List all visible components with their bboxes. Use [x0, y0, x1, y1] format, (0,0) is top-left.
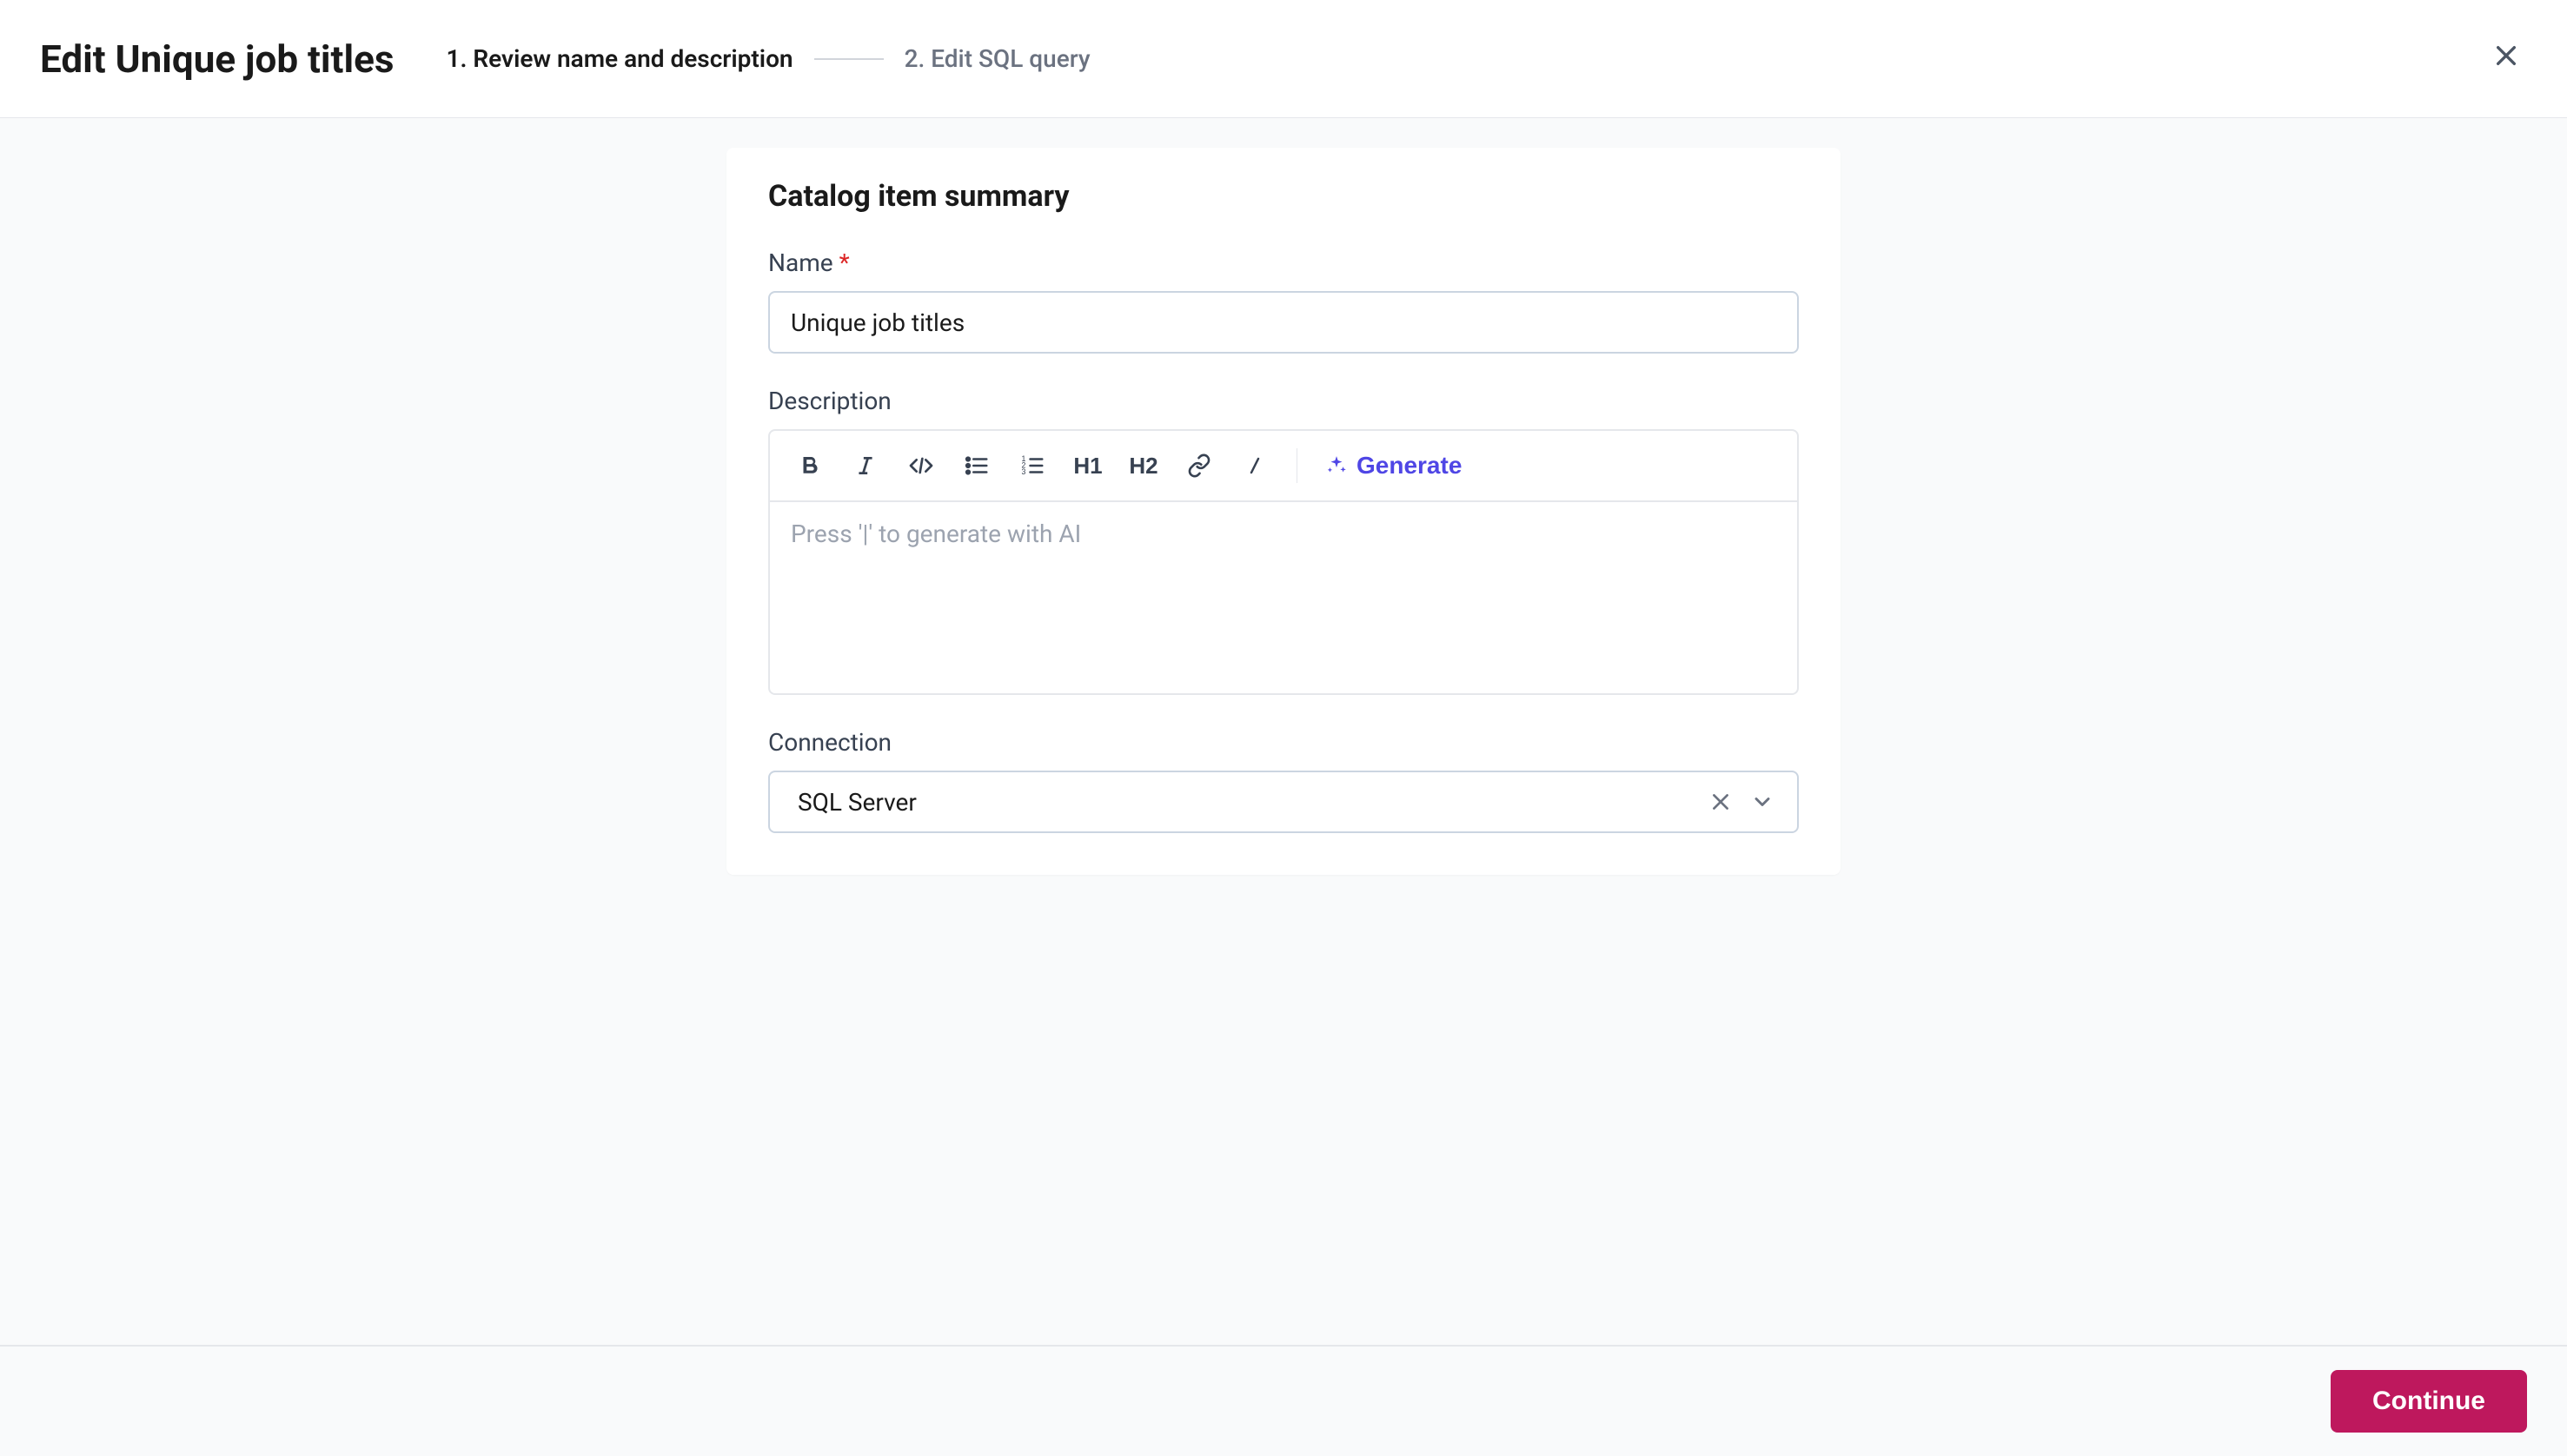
connection-dropdown-button[interactable] — [1741, 781, 1783, 823]
editor-toolbar: 1 2 3 H1 H2 — [770, 431, 1797, 502]
generate-button[interactable]: Generate — [1315, 441, 1472, 490]
page-title: Edit Unique job titles — [40, 36, 394, 82]
description-field-group: Description — [768, 387, 1799, 695]
step-2[interactable]: 2. Edit SQL query — [905, 44, 1091, 73]
chevron-down-icon — [1750, 790, 1774, 814]
h1-button[interactable]: H1 — [1064, 441, 1112, 490]
close-button[interactable] — [2485, 35, 2527, 76]
code-button[interactable] — [897, 441, 945, 490]
footer: Continue — [0, 1345, 2567, 1456]
card-title: Catalog item summary — [768, 179, 1799, 214]
step-divider — [814, 58, 884, 60]
connection-select[interactable]: SQL Server — [768, 771, 1799, 833]
name-label: Name * — [768, 248, 1799, 277]
connection-value: SQL Server — [798, 788, 1700, 817]
slash-button[interactable] — [1230, 441, 1279, 490]
connection-clear-button[interactable] — [1700, 781, 1741, 823]
continue-button[interactable]: Continue — [2331, 1370, 2527, 1433]
bold-icon — [797, 453, 823, 479]
bullet-list-icon — [964, 453, 990, 479]
ordered-list-icon: 1 2 3 — [1019, 453, 1045, 479]
header: Edit Unique job titles 1. Review name an… — [0, 0, 2567, 118]
bold-button[interactable] — [786, 441, 834, 490]
clear-icon — [1709, 791, 1732, 813]
sparkle-icon — [1325, 454, 1348, 477]
h1-icon: H1 — [1073, 453, 1102, 480]
h2-button[interactable]: H2 — [1119, 441, 1168, 490]
name-label-text: Name — [768, 248, 833, 277]
description-textarea[interactable]: Press '|' to generate with AI — [770, 502, 1797, 693]
ordered-list-button[interactable]: 1 2 3 — [1008, 441, 1057, 490]
link-icon — [1187, 453, 1211, 478]
connection-label: Connection — [768, 728, 1799, 757]
connection-field-group: Connection SQL Server — [768, 728, 1799, 833]
description-editor: 1 2 3 H1 H2 — [768, 429, 1799, 695]
link-button[interactable] — [1175, 441, 1224, 490]
svg-text:3: 3 — [1022, 467, 1026, 476]
stepper: 1. Review name and description 2. Edit S… — [446, 44, 1090, 73]
description-label: Description — [768, 387, 1799, 415]
italic-icon — [854, 454, 877, 477]
close-icon — [2492, 42, 2520, 69]
name-input[interactable] — [768, 291, 1799, 354]
name-field-group: Name * — [768, 248, 1799, 354]
step-1[interactable]: 1. Review name and description — [446, 44, 793, 73]
italic-button[interactable] — [841, 441, 890, 490]
slash-icon — [1244, 455, 1265, 476]
h2-icon: H2 — [1129, 453, 1157, 480]
required-mark: * — [839, 248, 850, 277]
bullet-list-button[interactable] — [952, 441, 1001, 490]
summary-card: Catalog item summary Name * Description — [726, 148, 1841, 875]
generate-label: Generate — [1356, 452, 1462, 480]
body: Catalog item summary Name * Description — [0, 118, 2567, 1456]
description-placeholder: Press '|' to generate with AI — [791, 520, 1081, 548]
code-icon — [907, 452, 935, 480]
